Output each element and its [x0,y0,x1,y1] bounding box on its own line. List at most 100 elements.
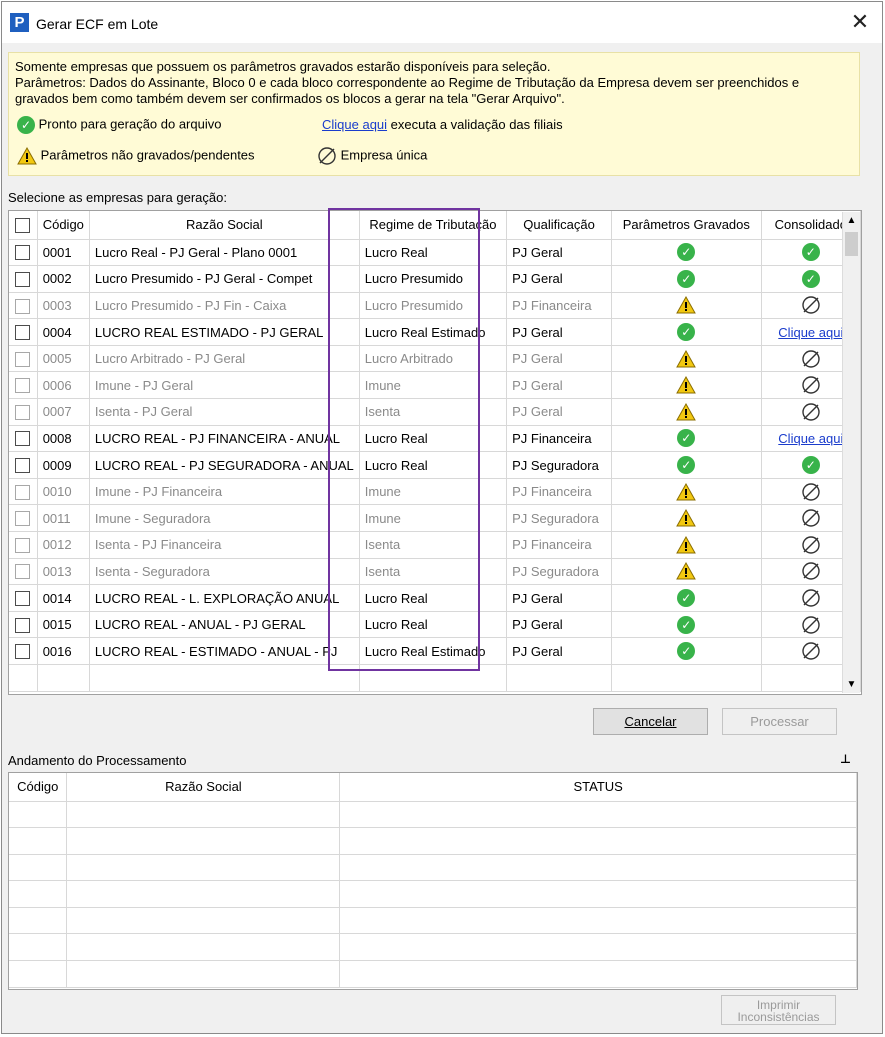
cell-razao-social: Lucro Presumido - PJ Geral - Compet [89,265,360,293]
row-checkbox[interactable] [15,564,31,580]
table-row[interactable]: 0007 Isenta - PJ Geral Isenta PJ Geral [9,398,861,426]
legend-ok: ✓ Pronto para geração do arquivo [17,116,221,134]
table-row[interactable]: 0006 Imune - PJ Geral Imune PJ Geral [9,371,861,400]
table-row[interactable]: 0005 Lucro Arbitrado - PJ Geral Lucro Arbi… [9,345,861,373]
row-checkbox[interactable] [15,591,31,607]
select-all-checkbox[interactable] [15,217,31,233]
companies-scrollbar[interactable]: ▲ ▼ [842,212,860,693]
row-select-cell[interactable] [9,584,38,612]
close-button[interactable]: ✕ [846,8,874,36]
table-row[interactable]: 0015 LUCRO REAL - ANUAL - PJ GERAL Lucro R… [9,611,861,639]
table-row[interactable]: 0014 LUCRO REAL - L. EXPLORAÇÃO ANUAL Lucr… [9,584,861,612]
column-header-codigo[interactable]: Código [37,211,90,240]
cell-qualificacao: PJ Geral [506,584,612,612]
cell-razao-social: LUCRO REAL - ANUAL - PJ GERAL [89,611,360,639]
empty-set-icon [802,509,820,527]
warning-triangle-icon [676,482,697,501]
scroll-down-icon[interactable]: ▼ [843,676,860,693]
table-row[interactable]: 0010 Imune - PJ Financeira Imune PJ Finance… [9,478,861,506]
table-row[interactable]: 0004 LUCRO REAL ESTIMADO - PJ GERAL Lucro … [9,318,861,346]
row-checkbox[interactable] [15,617,31,633]
cell-razao-social: Isenta - PJ Financeira [89,531,360,559]
empty-set-icon [318,147,336,165]
check-circle-icon: ✓ [677,323,696,342]
cell-razao-social: LUCRO REAL - L. EXPLORAÇÃO ANUAL [89,584,360,612]
row-select-cell[interactable] [9,398,38,426]
process-button[interactable]: Processar [722,708,837,735]
table-row[interactable]: 0013 Isenta - Seguradora Isenta PJ Segurado… [9,558,861,586]
validate-branches-link[interactable]: Clique aqui [322,117,387,132]
proc-header-status[interactable]: STATUS [339,773,857,802]
cell-qualificacao: PJ Seguradora [506,451,612,479]
proc-header-codigo[interactable]: Código [9,773,68,802]
empty-set-icon [802,562,820,581]
row-select-cell[interactable] [9,318,38,346]
dialog-window: P Gerar ECF em Lote ✕ Somente empresas q… [1,1,883,1034]
cell-qualificacao: PJ Financeira [506,425,612,453]
table-row[interactable]: 0011 Imune - Seguradora Imune PJ Seguradora [9,504,861,533]
row-checkbox[interactable] [15,298,31,314]
scroll-up-icon[interactable]: ▲ [843,212,860,229]
print-inconsistencies-button[interactable]: Imprimir Inconsistências [721,995,836,1025]
row-checkbox[interactable] [15,431,31,447]
row-select-cell[interactable] [9,345,38,373]
column-header-parametros[interactable]: Parâmetros Gravados [611,211,762,240]
cell-parametros [611,398,762,426]
cell-qualificacao: PJ Financeira [506,531,612,559]
row-select-cell[interactable] [9,504,38,533]
validate-link[interactable]: Clique aqui [778,325,843,340]
cancel-button-label: Cancelar [624,714,677,729]
pin-icon[interactable]: ⊥ [840,752,851,766]
row-checkbox[interactable] [15,351,31,367]
empty-set-icon [802,296,820,315]
row-checkbox[interactable] [15,458,31,474]
processing-row [9,801,857,829]
table-row[interactable]: 0001 Lucro Real - PJ Geral - Plano 0001 Lu… [9,239,861,267]
cell-razao-social: LUCRO REAL - ESTIMADO - ANUAL - PJ [89,637,360,665]
row-checkbox[interactable] [15,378,31,394]
table-row[interactable]: 0008 LUCRO REAL - PJ FINANCEIRA - ANUAL Lu… [9,425,861,453]
proc-header-razao-social[interactable]: Razão Social [66,773,341,802]
legend-warn: Parâmetros não gravados/pendentes [17,147,255,165]
row-checkbox[interactable] [15,325,31,341]
row-select-cell[interactable] [9,371,38,400]
row-select-cell[interactable] [9,558,38,586]
cell-codigo: 0007 [37,398,90,426]
row-select-cell[interactable] [9,451,38,479]
row-select-cell[interactable] [9,425,38,453]
cell-codigo: 0010 [37,478,90,506]
table-row[interactable]: 0012 Isenta - PJ Financeira Isenta PJ Finan… [9,531,861,559]
row-checkbox[interactable] [15,404,31,420]
row-select-cell[interactable] [9,531,38,559]
cell-codigo: 0013 [37,558,90,586]
processing-grid: Código Razão Social STATUS [8,772,858,990]
column-header-razao-social[interactable]: Razão Social [89,211,360,240]
cancel-button[interactable]: Cancelar [593,708,708,735]
row-checkbox[interactable] [15,511,31,527]
row-select-cell[interactable] [9,637,38,665]
row-checkbox[interactable] [15,484,31,500]
column-header-regime[interactable]: Regime de Tributação [359,211,508,240]
row-select-cell[interactable] [9,265,38,293]
row-checkbox[interactable] [15,537,31,553]
row-select-cell[interactable] [9,292,38,320]
validate-link[interactable]: Clique aqui [778,431,843,446]
info-line-2: Parâmetros: Dados do Assinante, Bloco 0 … [15,75,800,90]
row-checkbox[interactable] [15,644,31,660]
table-row[interactable]: 0003 Lucro Presumido - PJ Fin - Caixa Lucr… [9,292,861,320]
select-all-cell[interactable] [9,211,38,240]
scroll-thumb[interactable] [845,232,858,256]
legend-link-label: executa a validação das filiais [390,117,563,132]
table-row[interactable]: 0009 LUCRO REAL - PJ SEGURADORA - ANUAL Lu… [9,451,861,479]
row-select-cell[interactable] [9,611,38,639]
column-header-qualificacao[interactable]: Qualificação [506,211,612,240]
cell-parametros: ✓ [611,611,762,639]
row-select-cell[interactable] [9,239,38,267]
row-checkbox[interactable] [15,245,31,261]
table-row[interactable]: 0002 Lucro Presumido - PJ Geral - Compet L… [9,265,861,293]
row-checkbox[interactable] [15,271,31,287]
cell-razao-social: Imune - Seguradora [89,504,360,533]
cell-razao-social: Imune - PJ Geral [89,371,360,400]
row-select-cell[interactable] [9,478,38,506]
table-row[interactable]: 0016 LUCRO REAL - ESTIMADO - ANUAL - PJ Lu… [9,637,861,665]
